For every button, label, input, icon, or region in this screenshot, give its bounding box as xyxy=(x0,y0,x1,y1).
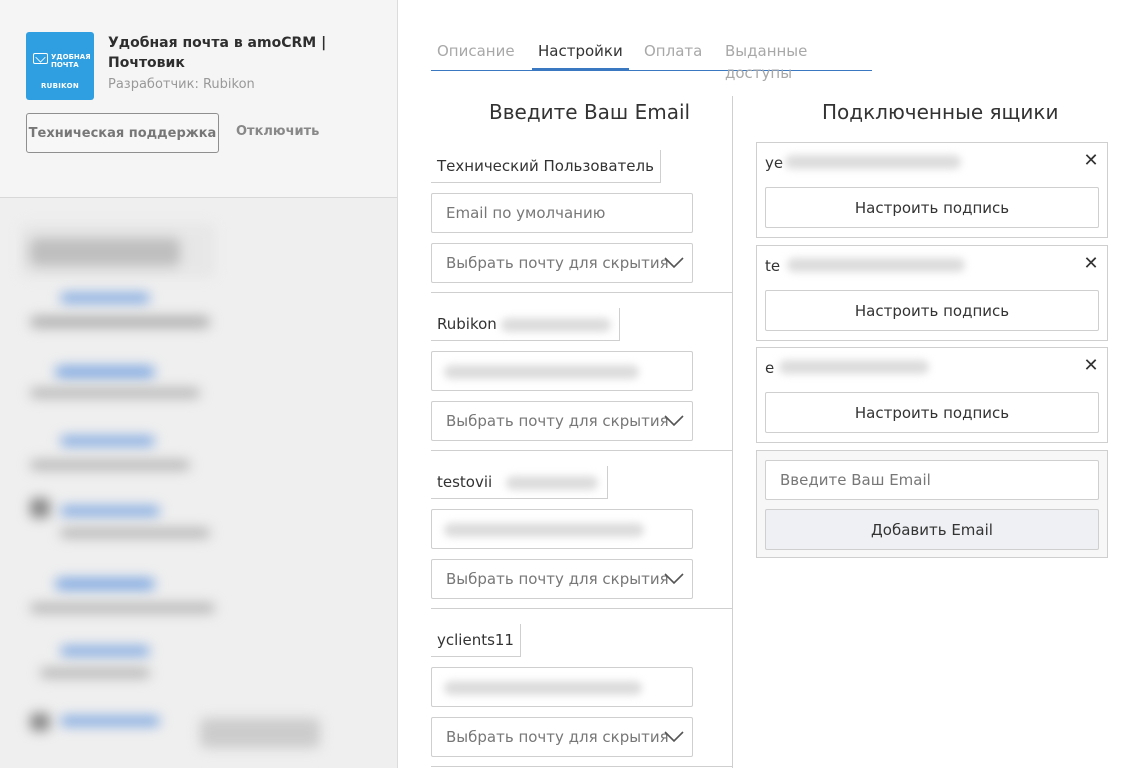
user-block: testovii Выбрать почту для скрытия xyxy=(431,466,732,609)
tab-access[interactable]: Выданные доступы xyxy=(725,40,872,82)
add-mailbox-panel: Введите Ваш Email Добавить Email xyxy=(756,450,1108,558)
email-field[interactable] xyxy=(431,509,693,549)
left-panel: УДОБНАЯ ПОЧТА RUBIKON Удобная почта в am… xyxy=(0,0,398,768)
hide-mail-select[interactable]: Выбрать почту для скрытия xyxy=(431,401,693,441)
mailbox-card: ye ✕ Настроить подпись xyxy=(756,142,1108,238)
select-label: Выбрать почту для скрытия xyxy=(446,570,669,588)
configure-signature-button[interactable]: Настроить подпись xyxy=(765,187,1099,228)
mailbox-card: e ✕ Настроить подпись xyxy=(756,347,1108,443)
user-name: testovii xyxy=(431,466,608,499)
chevron-down-icon xyxy=(664,257,684,269)
app-title: Удобная почта в amoCRM | Почтовик xyxy=(108,35,327,71)
chevron-down-icon xyxy=(664,573,684,585)
mailbox-card: te ✕ Настроить подпись xyxy=(756,245,1108,341)
select-label: Выбрать почту для скрытия xyxy=(446,412,669,430)
app-logo: УДОБНАЯ ПОЧТА RUBIKON xyxy=(26,32,94,100)
email-field[interactable] xyxy=(431,351,693,391)
user-block: yclients11 Выбрать почту для скрытия xyxy=(431,624,732,767)
support-button[interactable]: Техническая поддержка xyxy=(26,113,219,153)
hide-mail-select[interactable]: Выбрать почту для скрытия xyxy=(431,559,693,599)
tab-payment[interactable]: Оплата xyxy=(644,40,702,70)
add-email-button[interactable]: Добавить Email xyxy=(765,509,1099,550)
tab-description[interactable]: Описание xyxy=(437,40,515,70)
select-label: Выбрать почту для скрытия xyxy=(446,728,669,746)
enter-email-title: Введите Ваш Email xyxy=(489,100,691,124)
add-email-input[interactable]: Введите Ваш Email xyxy=(765,460,1099,500)
app-settings-page: УДОБНАЯ ПОЧТА RUBIKON Удобная почта в am… xyxy=(0,0,1127,768)
close-icon[interactable]: ✕ xyxy=(1083,357,1099,375)
logo-text: УДОБНАЯ ПОЧТА xyxy=(51,53,91,69)
mailbox-address: ye xyxy=(765,154,784,172)
user-name: Rubikon xyxy=(431,308,620,341)
envelope-icon xyxy=(33,53,48,64)
connected-mailboxes-title: Подключенные ящики xyxy=(822,100,1059,124)
chevron-down-icon xyxy=(664,731,684,743)
select-label: Выбрать почту для скрытия xyxy=(446,254,669,272)
user-name: Технический Пользователь xyxy=(431,150,661,183)
hide-mail-select[interactable]: Выбрать почту для скрытия xyxy=(431,717,693,757)
tab-bar: Описание Настройки Оплата Выданные досту… xyxy=(431,40,872,82)
hide-mail-select[interactable]: Выбрать почту для скрытия xyxy=(431,243,693,283)
email-field[interactable] xyxy=(431,667,693,707)
mailbox-address: te xyxy=(765,257,781,275)
close-icon[interactable]: ✕ xyxy=(1083,255,1099,273)
configure-signature-button[interactable]: Настроить подпись xyxy=(765,290,1099,331)
users-column: Технический Пользователь Email по умолча… xyxy=(431,140,733,768)
user-block: Технический Пользователь Email по умолча… xyxy=(431,150,732,293)
app-developer: Разработчик: Rubikon xyxy=(108,77,255,92)
chevron-down-icon xyxy=(664,415,684,427)
blurred-background xyxy=(0,198,397,768)
user-block: Rubikon Выбрать почту для скрытия xyxy=(431,308,732,451)
app-card: УДОБНАЯ ПОЧТА RUBIKON Удобная почта в am… xyxy=(0,0,397,198)
tab-settings[interactable]: Настройки xyxy=(532,40,629,71)
disable-link[interactable]: Отключить xyxy=(236,124,319,139)
mailbox-address: e xyxy=(765,359,775,377)
configure-signature-button[interactable]: Настроить подпись xyxy=(765,392,1099,433)
logo-brand: RUBIKON xyxy=(40,82,80,90)
user-name: yclients11 xyxy=(431,624,521,657)
close-icon[interactable]: ✕ xyxy=(1083,152,1099,170)
email-field[interactable]: Email по умолчанию xyxy=(431,193,693,233)
